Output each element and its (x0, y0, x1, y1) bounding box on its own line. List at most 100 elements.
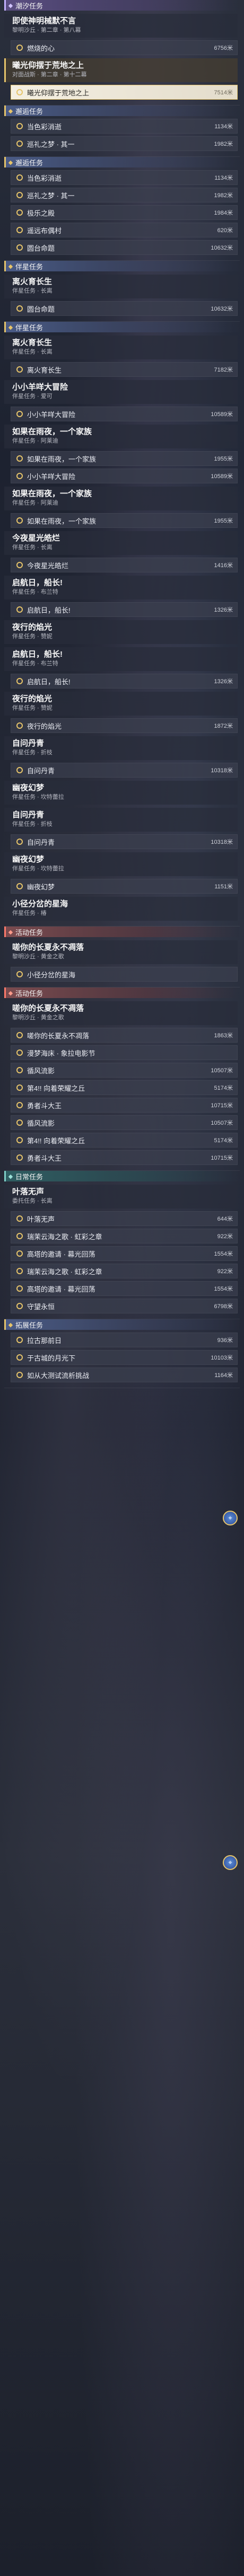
quest-step[interactable]: 自问丹青 10318米 (11, 834, 238, 849)
quest-step[interactable]: 巡礼之梦 · 其一 1982米 (11, 188, 238, 202)
quest-section: ◆ 活动任务嗟你的长夏永不凋落 黎明沙丘 · 黄金之歌嗟你的长夏永不凋落 1863米漫… (0, 987, 244, 1171)
diamond-icon: ◆ (8, 929, 13, 936)
quest-subtitle: 黎明沙丘 · 黄金之歌 (12, 954, 64, 960)
ring-marker-icon (16, 366, 23, 373)
quest-card[interactable]: 幽夜幻梦 伴星任务 · 坎特蕾拉 (4, 781, 238, 805)
quest-step[interactable]: 漫梦海床 · 象拉电影节 (11, 1045, 238, 1060)
step-label: 勇者斗大王 (27, 1101, 62, 1110)
quest-step[interactable]: 勇者斗大王 10715米 (11, 1098, 238, 1113)
quest-card[interactable]: 叶落无声 委托任务 · 长离 (4, 1185, 238, 1208)
step-distance: 1164米 (214, 1372, 233, 1379)
quest-title: 嗟你的长夏永不凋落 (12, 1004, 84, 1013)
quest-card[interactable]: 如果在雨夜，一个家族 伴星任务 · 阿莱迪 (4, 425, 238, 448)
quest-card[interactable]: 嗟你的长夏永不凋落 黎明沙丘 · 黄金之歌 (4, 1001, 238, 1025)
quest-card[interactable]: 嗟你的长夏永不凋落 黎明沙丘 · 黄金之歌 (4, 940, 238, 964)
quest-step[interactable]: 自问丹青 10318米 (11, 763, 238, 778)
quest-step[interactable]: 循风流影 10507米 (11, 1063, 238, 1078)
step-distance: 620米 (217, 227, 233, 234)
quest-subtitle: 伴星任务 · 折枝 (12, 749, 53, 756)
step-distance: 10507米 (211, 1068, 233, 1074)
ring-marker-icon (16, 1119, 23, 1126)
quest-step[interactable]: 第4!! 向着荣耀之丘 5174米 (11, 1133, 238, 1148)
quest-card[interactable]: 如果在雨夜，一个家族 伴星任务 · 阿莱迪 (4, 487, 238, 510)
quest-step[interactable]: 当色彩消逝 1134米 (11, 119, 238, 134)
category-header[interactable]: ◆ 活动任务 (4, 927, 239, 937)
ring-marker-icon (16, 227, 23, 233)
step-label: 如从大测试流析挑战 (27, 1371, 90, 1380)
quest-section: ◆ 伴星任务离火育长生 伴星任务 · 长离圆台命题 10632米 (0, 261, 244, 322)
step-label: 如果在雨夜，一个家族 (27, 455, 97, 463)
step-label: 离火育长生 (27, 366, 62, 374)
step-label: 夜行的焰光 (27, 722, 62, 730)
map-pin-icon[interactable]: ⌖ (223, 1855, 238, 1870)
quest-step[interactable]: 圆台命题 10632米 (11, 240, 238, 255)
quest-card[interactable]: 夜行的焰光 伴星任务 · 赞妮 (4, 620, 238, 644)
category-header[interactable]: ◆ 日常任务 (4, 1171, 239, 1181)
quest-step[interactable]: 守望永恒 6798米 (11, 1299, 238, 1313)
quest-step[interactable]: 遥远布偶村 620米 (11, 223, 238, 237)
category-header[interactable]: ◆ 伴星任务 (4, 261, 239, 271)
quest-step[interactable]: 当色彩消逝 1134米 (11, 170, 238, 185)
quest-step[interactable]: 如从大测试流析挑战 1164米 (11, 1368, 238, 1382)
step-distance: 5174米 (214, 1137, 233, 1144)
quest-step[interactable]: 曦光仰摆于荒地之上 7514米 (11, 85, 238, 100)
quest-step[interactable]: 循风流影 10507米 (11, 1115, 238, 1130)
quest-card[interactable]: 小小羊咩大冒险 伴星任务 · 爱可 (4, 380, 238, 404)
quest-step[interactable]: 小小羊咩大冒险 10589米 (11, 469, 238, 483)
quest-step[interactable]: 瑞茉云海之歌 · 虹彩之章 922米 (11, 1229, 238, 1243)
quest-step[interactable]: 小小羊咩大冒险 10589米 (11, 407, 238, 421)
quest-step[interactable]: 燃烧的心 6756米 (11, 40, 238, 55)
quest-step[interactable]: 叶落无声 644米 (11, 1211, 238, 1226)
quest-step[interactable]: 嗟你的长夏永不凋落 1863米 (11, 1028, 238, 1043)
ring-marker-icon (16, 883, 23, 889)
step-label: 拉古那前日 (27, 1336, 62, 1345)
step-label: 勇者斗大王 (27, 1154, 62, 1162)
quest-step[interactable]: 夜行的焰光 1872米 (11, 718, 238, 733)
quest-card[interactable]: 启航日，船长! 伴星任务 · 布兰特 (4, 647, 238, 671)
map-pin-icon[interactable]: ⌖ (223, 1511, 238, 1525)
quest-step[interactable]: 小径分岔的星海 (11, 967, 238, 982)
quest-card[interactable]: 自问丹青 伴星任务 · 折枝 (4, 736, 238, 760)
quest-card[interactable]: 今夜星光皓烂 伴星任务 · 长离 (4, 531, 238, 555)
category-header[interactable]: ◆ 拓展任务 (4, 1319, 239, 1330)
quest-step[interactable]: 启航日，船长! 1326米 (11, 674, 238, 689)
quest-step[interactable]: 离火育长生 7182米 (11, 362, 238, 377)
ring-marker-icon (16, 1084, 23, 1091)
category-header[interactable]: ◆ 活动任务 (4, 987, 239, 998)
category-header[interactable]: ◆ 潮汐任务 (4, 0, 239, 11)
quest-step[interactable]: 极乐之殿 1984米 (11, 205, 238, 220)
quest-title: 自问丹青 (12, 810, 45, 819)
quest-step[interactable]: 启航日，船长! 1326米 (11, 602, 238, 617)
ring-marker-icon (16, 839, 23, 845)
quest-card[interactable]: 自问丹青 伴星任务 · 折枝 (4, 808, 238, 832)
category-header[interactable]: ◆ 邂逅任务 (4, 105, 239, 116)
ring-marker-icon (16, 606, 23, 613)
quest-step[interactable]: 高塔的邀请 · 幕光回荡 1554米 (11, 1281, 238, 1296)
step-label: 极乐之殿 (27, 209, 55, 217)
quest-step[interactable]: 如果在雨夜，一个家族 1955米 (11, 451, 238, 466)
quest-step[interactable]: 幽夜幻梦 1151米 (11, 879, 238, 894)
category-header[interactable]: ◆ 伴星任务 (4, 322, 239, 332)
quest-step[interactable]: 拉古那前日 936米 (11, 1333, 238, 1347)
category-label: 伴星任务 (15, 262, 43, 271)
category-header[interactable]: ◆ 邂逅任务 (4, 157, 239, 167)
quest-card[interactable]: 夜行的焰光 伴星任务 · 赞妮 (4, 692, 238, 716)
quest-list[interactable]: ◆ 潮汐任务 即使神明械默不言 黎明沙丘 · 第二章 · 第八幕 燃烧的心 6756米 曦光… (0, 0, 244, 1870)
quest-step[interactable]: 第4!! 向着荣耀之丘 5174米 (11, 1080, 238, 1095)
quest-step[interactable]: 瑞茉云海之歌 · 虹彩之章 922米 (11, 1264, 238, 1278)
quest-card[interactable]: 小径分岔的星海 伴星任务 · 椿 (4, 897, 238, 921)
quest-card[interactable]: 即使神明械默不言 黎明沙丘 · 第二章 · 第八幕 (4, 14, 238, 38)
quest-step[interactable]: 高塔的邀请 · 幕光回荡 1554米 (11, 1246, 238, 1261)
quest-card[interactable]: 启航日，船长! 伴星任务 · 布兰特 (4, 576, 238, 599)
quest-step[interactable]: 今夜星光皓烂 1416米 (11, 558, 238, 572)
quest-step[interactable]: 如果在雨夜，一个家族 1955米 (11, 513, 238, 528)
quest-card[interactable]: 幽夜幻梦 伴星任务 · 坎特蕾拉 (4, 852, 238, 876)
quest-step[interactable]: 勇者斗大王 10715米 (11, 1150, 238, 1165)
step-distance: 1982米 (214, 192, 233, 199)
quest-step[interactable]: 圆台命题 10632米 (11, 301, 238, 316)
quest-card[interactable]: 离火育长生 伴星任务 · 长离 (4, 275, 238, 298)
quest-card[interactable]: 离火育长生 伴星任务 · 长离 (4, 336, 238, 359)
quest-card[interactable]: 曦光仰摆于荒地之上 对面战斯 · 第二章 · 第十二幕 (4, 58, 238, 82)
quest-step[interactable]: 巡礼之梦 · 其一 1982米 (11, 136, 238, 151)
quest-step[interactable]: 于古城的月光下 10103米 (11, 1350, 238, 1365)
